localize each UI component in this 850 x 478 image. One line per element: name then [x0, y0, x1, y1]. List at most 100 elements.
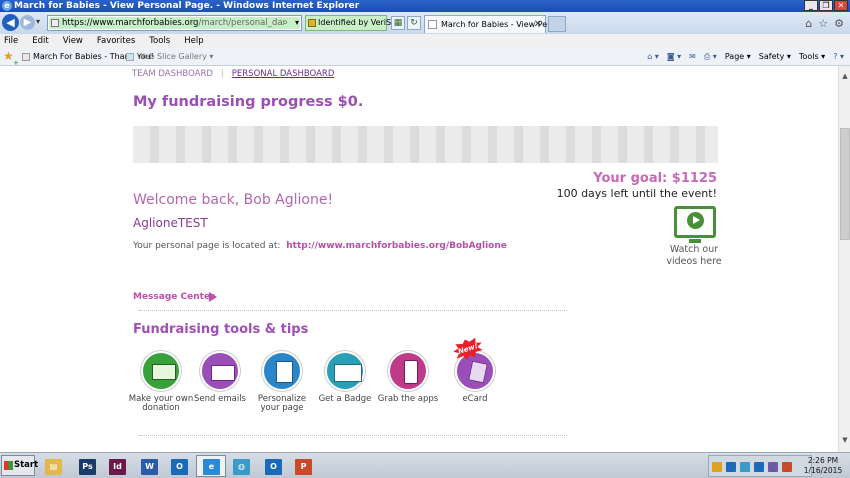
tool-personalize-page[interactable]: Personalize your page	[249, 351, 315, 413]
feeds-icon[interactable]: ◙ ▾	[667, 48, 681, 66]
home-icon[interactable]: ⌂ ▾	[647, 48, 659, 66]
photoshop-icon: Ps	[79, 459, 96, 475]
tray-icon[interactable]	[712, 462, 722, 472]
tab-close-icon[interactable]: ✕	[534, 16, 542, 33]
badge-icon	[325, 351, 365, 391]
address-url[interactable]: https://www.marchforbabies.org/march/per…	[62, 18, 284, 28]
volume-tray-icon[interactable]	[768, 462, 778, 472]
video-icon[interactable]	[674, 206, 716, 243]
web-slice-icon	[126, 52, 134, 61]
internet-explorer-icon: e	[2, 1, 12, 11]
page-title: My fundraising progress $0.	[133, 94, 364, 110]
scrollbar-thumb[interactable]	[840, 128, 850, 240]
refresh-icon[interactable]: ↻	[407, 16, 421, 30]
fundraising-progress-bar	[133, 126, 718, 163]
tool-label: Grab the apps	[377, 394, 439, 404]
taskbar-file-explorer[interactable]: ▤	[38, 455, 68, 477]
page-icon	[51, 19, 59, 27]
security-status[interactable]: Identified by VeriSign	[305, 15, 403, 31]
taskbar-network-app[interactable]: ◍	[226, 455, 256, 477]
gear-icon[interactable]: ⚙	[834, 17, 844, 30]
ecard-icon: New!	[455, 351, 495, 391]
back-button[interactable]: ◀	[2, 14, 19, 31]
watch-videos-link[interactable]: Watch our videos here	[664, 244, 724, 268]
powerpoint-icon: P	[295, 459, 312, 475]
money-icon	[141, 351, 181, 391]
page-viewport: TEAM DASHBOARD | PERSONAL DASHBOARD My fun…	[0, 66, 838, 452]
tool-label: eCard	[462, 394, 488, 404]
window-titlebar: e March for Babies - View Personal Page.…	[0, 0, 850, 12]
minimize-button[interactable]: _	[804, 0, 818, 11]
personal-page-link[interactable]: http://www.marchforbabies.org/BobAglione	[286, 241, 507, 251]
taskbar-photoshop[interactable]: Ps	[72, 455, 102, 477]
welcome-heading: Welcome back, Bob Aglione!	[133, 192, 334, 208]
help-icon[interactable]: ? ▾	[833, 48, 844, 66]
menu-favorites[interactable]: Favorites	[97, 34, 141, 48]
print-icon[interactable]: ⎙ ▾	[704, 48, 717, 66]
menu-bar: File Edit View Favorites Tools Help	[0, 34, 850, 48]
network-tray-icon[interactable]	[740, 462, 750, 472]
restore-button[interactable]: ❐	[819, 0, 833, 11]
tool-label: Send emails	[194, 394, 246, 404]
search-icon[interactable]: ⌕	[282, 17, 288, 28]
play-icon	[687, 212, 704, 229]
phone-icon	[388, 351, 428, 391]
taskbar-outlook[interactable]: O	[164, 455, 194, 477]
menu-edit[interactable]: Edit	[32, 34, 54, 48]
outlook-tray-icon[interactable]	[726, 462, 736, 472]
compatibility-view-icon[interactable]: ▦	[391, 16, 405, 30]
scroll-down-icon[interactable]: ▼	[840, 436, 850, 446]
vertical-scrollbar[interactable]: ▲ ▼	[838, 66, 850, 452]
tab-active[interactable]: March for Babies - View Pers... ✕	[424, 15, 562, 33]
message-center-link[interactable]: Message Center	[133, 292, 215, 302]
forward-button[interactable]: ▶	[20, 15, 35, 30]
safety-menu[interactable]: Safety ▾	[759, 48, 791, 66]
favorites-bar: ★ + March For Babies - Thank You! Web Sl…	[0, 48, 850, 67]
taskbar: Start ▤ Ps Id W Oe ◍ O P 2:26 PM 1/16/2015	[0, 452, 850, 478]
flag-tray-icon[interactable]	[782, 462, 792, 472]
taskbar-internet-explorer[interactable]: e	[196, 455, 226, 477]
tool-ecard[interactable]: New! eCard	[442, 351, 508, 404]
divider	[139, 435, 567, 436]
breadcrumb: TEAM DASHBOARD | PERSONAL DASHBOARD	[132, 69, 334, 79]
tool-get-badge[interactable]: Get a Badge	[312, 351, 378, 404]
tab-team-dashboard[interactable]: TEAM DASHBOARD	[132, 69, 213, 79]
play-arrow-icon[interactable]	[209, 292, 217, 302]
clock[interactable]: 2:26 PM 1/16/2015	[800, 456, 846, 476]
menu-help[interactable]: Help	[184, 34, 209, 48]
tools-menu[interactable]: Tools ▾	[799, 48, 825, 66]
start-button[interactable]: Start	[1, 455, 38, 476]
breadcrumb-separator: |	[220, 69, 224, 79]
history-dropdown-icon[interactable]: ▾	[36, 17, 40, 26]
home-icon[interactable]: ⌂	[805, 17, 812, 30]
new-tab-button[interactable]	[548, 16, 566, 32]
mail-icon[interactable]: ✉	[689, 48, 696, 66]
tool-make-donation[interactable]: Make your own donation	[128, 351, 194, 413]
scroll-up-icon[interactable]: ▲	[840, 72, 850, 82]
web-slice-gallery[interactable]: Web Slice Gallery ▾	[126, 48, 213, 66]
goal-amount: Your goal: $1125	[593, 171, 717, 186]
outlook-icon: O	[171, 459, 188, 475]
tab-personal-dashboard[interactable]: PERSONAL DASHBOARD	[232, 69, 335, 79]
favorites-star-icon[interactable]: ☆	[818, 17, 828, 30]
command-bar: ⌂ ▾ ◙ ▾ ✉ ⎙ ▾ Page ▾ Safety ▾ Tools ▾ ? …	[647, 48, 844, 66]
close-button[interactable]: ✕	[834, 0, 848, 11]
menu-tools[interactable]: Tools	[149, 34, 176, 48]
taskbar-indesign[interactable]: Id	[102, 455, 132, 477]
address-input[interactable]: https://www.marchforbabies.org/march/per…	[47, 15, 302, 31]
lock-icon	[308, 19, 316, 27]
lync-tray-icon[interactable]	[754, 462, 764, 472]
tool-grab-apps[interactable]: Grab the apps	[375, 351, 441, 404]
tool-send-emails[interactable]: Send emails	[187, 351, 253, 404]
page-menu[interactable]: Page ▾	[725, 48, 751, 66]
taskbar-outlook-2[interactable]: O	[258, 455, 288, 477]
menu-file[interactable]: File	[4, 34, 24, 48]
menu-view[interactable]: View	[63, 34, 89, 48]
taskbar-word[interactable]: W	[134, 455, 164, 477]
taskbar-powerpoint[interactable]: P	[288, 455, 318, 477]
system-tray	[708, 455, 812, 477]
address-toolbar: ◀ ▶ ▾ https://www.marchforbabies.org/mar…	[0, 12, 850, 34]
address-dropdown-icon[interactable]: ▾	[295, 18, 299, 27]
new-badge: New!	[451, 335, 486, 363]
tab-favicon-icon	[428, 20, 437, 29]
